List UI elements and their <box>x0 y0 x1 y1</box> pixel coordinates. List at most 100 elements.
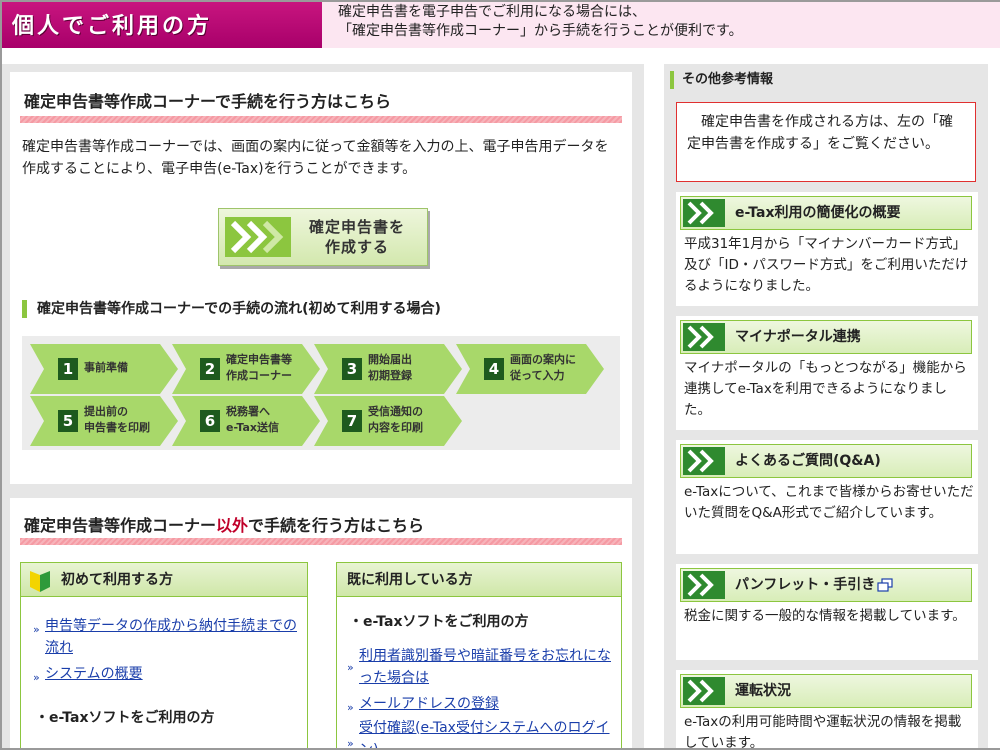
card-title: e-Tax利用の簡便化の概要 <box>735 205 901 221</box>
section2-title: 確定申告書等作成コーナー以外で手続を行う方はこちら <box>24 512 424 536</box>
create-return-button[interactable]: 確定申告書を 作成する <box>218 208 428 266</box>
double-chevron-icon: » <box>347 661 354 674</box>
etax-software-subhead: ・e-Taxソフトをご利用の方 <box>35 710 215 726</box>
card-pamphlets-link[interactable]: パンフレット・手引き <box>680 568 972 602</box>
link-system-overview[interactable]: » システムの概要 <box>33 663 303 685</box>
step-label-line2: 申告書を印刷 <box>84 421 150 434</box>
link-system-overview-text[interactable]: システムの概要 <box>45 663 303 685</box>
create-corner-panel: 確定申告書等作成コーナーで手続を行う方はこちら 確定申告書等作成コーナーでは、画… <box>10 72 632 484</box>
section1-body: 確定申告書等作成コーナーでは、画面の案内に従って金額等を入力の上、電子申告用デー… <box>22 139 609 177</box>
step-number: 1 <box>58 358 78 380</box>
flow-step-6: 6 税務署へ e-Tax送信 <box>172 396 320 446</box>
flow-step-2: 2 確定申告書等 作成コーナー <box>172 344 320 394</box>
flow-step-4: 4 画面の案内に 従って入力 <box>456 344 604 394</box>
chevron-arrows-icon <box>683 447 725 475</box>
step-label-line1: 画面の案内に <box>510 353 576 366</box>
step-label-line2: 内容を印刷 <box>368 421 423 434</box>
page-title: 個人でご利用の方 <box>12 14 213 39</box>
section2-title-post: で手続を行う方はこちら <box>248 516 425 535</box>
step-number: 4 <box>484 358 504 380</box>
card-operation-status: 運転状況 e-Taxの利用可能時間や運転状況の情報を掲載しています。 <box>676 670 978 748</box>
step-label: 受信通知の内容を印刷 <box>368 404 423 436</box>
link-receipt-login-text[interactable]: 受付確認(e-Tax受付システムへのログイン) <box>359 717 615 748</box>
card-mynaportal: マイナポータル連携 マイナポータルの「もっとつながる」機能から連携してe-Tax… <box>676 316 978 430</box>
first-time-users-title: 初めて利用する方 <box>61 572 173 588</box>
card-mynaportal-link[interactable]: マイナポータル連携 <box>680 320 972 354</box>
header-desc-line1: 確定申告書を電子申告でご利用になる場合には、 <box>338 4 646 20</box>
step-label-line1: 提出前の <box>84 405 128 418</box>
step-label: 開始届出 初期登録 <box>368 352 412 384</box>
card-title-text: パンフレット・手引き <box>735 577 876 593</box>
flow-step-7: 7 受信通知の内容を印刷 <box>314 396 462 446</box>
double-chevron-icon: » <box>33 671 40 684</box>
card-title: パンフレット・手引き <box>735 569 893 601</box>
create-return-label: 確定申告書を 作成する <box>297 217 417 257</box>
step-label-line1: 確定申告書等 <box>226 353 292 366</box>
other-methods-panel: 確定申告書等作成コーナー以外で手続を行う方はこちら 初めて利用する方 » 申告等… <box>10 498 632 750</box>
page-header: 個人でご利用の方 確定申告書を電子申告でご利用になる場合には、 「確定申告書等作… <box>2 2 1000 48</box>
link-forgot-id[interactable]: » 利用者識別番号や暗証番号をお忘れになった場合は <box>347 645 615 689</box>
chevron-arrows-icon <box>225 217 291 257</box>
etax-software-subhead: ・e-Taxソフトをご利用の方 <box>349 614 529 630</box>
step-label: 画面の案内に 従って入力 <box>510 352 576 384</box>
first-time-users-header: 初めて利用する方 <box>21 563 307 597</box>
flow-step-3: 3 開始届出 初期登録 <box>314 344 462 394</box>
section2-title-emphasis: 以外 <box>216 516 249 535</box>
card-etax-simplification: e-Tax利用の簡便化の概要 平成31年1月から「マイナンバーカード方式」及び「… <box>676 192 978 306</box>
flow-step-1: 1 事前準備 <box>30 344 178 394</box>
header-description: 確定申告書を電子申告でご利用になる場合には、 「確定申告書等作成コーナー」から手… <box>338 3 743 41</box>
card-body: マイナポータルの「もっとつながる」機能から連携してe-Taxを利用できるようにな… <box>684 360 967 418</box>
step-label-line2: 従って入力 <box>510 369 565 382</box>
double-chevron-icon: » <box>33 623 40 636</box>
link-email-registration[interactable]: » メールアドレスの登録 <box>347 693 615 715</box>
card-pamphlets: パンフレット・手引き 税金に関する一般的な情報を掲載しています。 <box>676 564 978 660</box>
link-flow-overview-text[interactable]: 申告等データの作成から納付手続までの流れ <box>45 615 303 659</box>
existing-users-header: 既に利用している方 <box>337 563 621 597</box>
sidebar-note: 確定申告書を作成される方は、左の「確定申告書を作成する」をご覧ください。 <box>676 102 976 182</box>
chevron-arrows-icon <box>683 199 725 227</box>
step-label-line1: 受信通知の <box>368 405 423 418</box>
card-faq-link[interactable]: よくあるご質問(Q&A) <box>680 444 972 478</box>
step-number: 5 <box>58 410 78 432</box>
step-label-line1: 税務署へ <box>226 405 270 418</box>
step-label: 確定申告書等 作成コーナー <box>226 352 292 384</box>
section2-title-pre: 確定申告書等作成コーナー <box>24 516 217 535</box>
step-label-line2: e-Tax送信 <box>226 421 280 434</box>
link-email-registration-text[interactable]: メールアドレスの登録 <box>359 693 615 715</box>
existing-users-box: 既に利用している方 ・e-Taxソフトをご利用の方 » 利用者識別番号や暗証番号… <box>336 562 622 750</box>
step-label-line1: 開始届出 <box>368 353 412 366</box>
create-return-label-line2: 作成する <box>324 238 389 256</box>
section1-title: 確定申告書等作成コーナーで手続を行う方はこちら <box>24 92 392 111</box>
flow-heading: 確定申告書等作成コーナーでの手続の流れ(初めて利用する場合) <box>22 300 441 318</box>
header-desc-line2: 「確定申告書等作成コーナー」から手続を行うことが便利です。 <box>338 23 743 39</box>
flow-step-5: 5 提出前の申告書を印刷 <box>30 396 178 446</box>
card-title: 運転状況 <box>735 683 791 699</box>
step-number: 2 <box>200 358 220 380</box>
chevron-arrows-icon <box>683 323 725 351</box>
step-label: 税務署へ e-Tax送信 <box>226 404 279 436</box>
step-label: 事前準備 <box>84 361 128 374</box>
sidebar-title: その他参考情報 <box>670 71 773 89</box>
card-faq: よくあるご質問(Q&A) e-Taxについて、これまで皆様からお寄せいただいた質… <box>676 440 978 554</box>
link-receipt-login[interactable]: » 受付確認(e-Tax受付システムへのログイン) <box>347 717 615 750</box>
sidebar: その他参考情報 確定申告書を作成される方は、左の「確定申告書を作成する」をご覧く… <box>664 64 988 748</box>
chevron-arrows-icon <box>683 677 725 705</box>
double-chevron-icon: » <box>347 737 354 750</box>
first-time-users-box: 初めて利用する方 » 申告等データの作成から納付手続までの流れ » システムの概… <box>20 562 308 748</box>
step-number: 3 <box>342 358 362 380</box>
step-number: 7 <box>342 410 362 432</box>
card-body: 平成31年1月から「マイナンバーカード方式」及び「ID・パスワード方式」をご利用… <box>684 236 969 294</box>
card-body: 税金に関する一般的な情報を掲載しています。 <box>684 608 966 624</box>
card-body: e-Taxについて、これまで皆様からお寄せいただいた質問をQ&A形式でご紹介して… <box>684 484 974 521</box>
beginner-mark-icon <box>30 571 50 592</box>
header-title-band: 個人でご利用の方 <box>2 2 322 48</box>
external-window-icon <box>877 578 893 592</box>
card-etax-simplification-link[interactable]: e-Tax利用の簡便化の概要 <box>680 196 972 230</box>
section2-divider <box>20 538 622 545</box>
card-operation-status-link[interactable]: 運転状況 <box>680 674 972 708</box>
card-title: よくあるご質問(Q&A) <box>735 453 881 469</box>
link-flow-overview[interactable]: » 申告等データの作成から納付手続までの流れ <box>33 615 303 659</box>
procedure-flow: 1 事前準備 2 確定申告書等 作成コーナー 3 開始届出 初期登録 4 画面の案内… <box>22 336 620 450</box>
link-forgot-id-text[interactable]: 利用者識別番号や暗証番号をお忘れになった場合は <box>359 645 615 689</box>
step-label-line2: 作成コーナー <box>226 369 292 382</box>
